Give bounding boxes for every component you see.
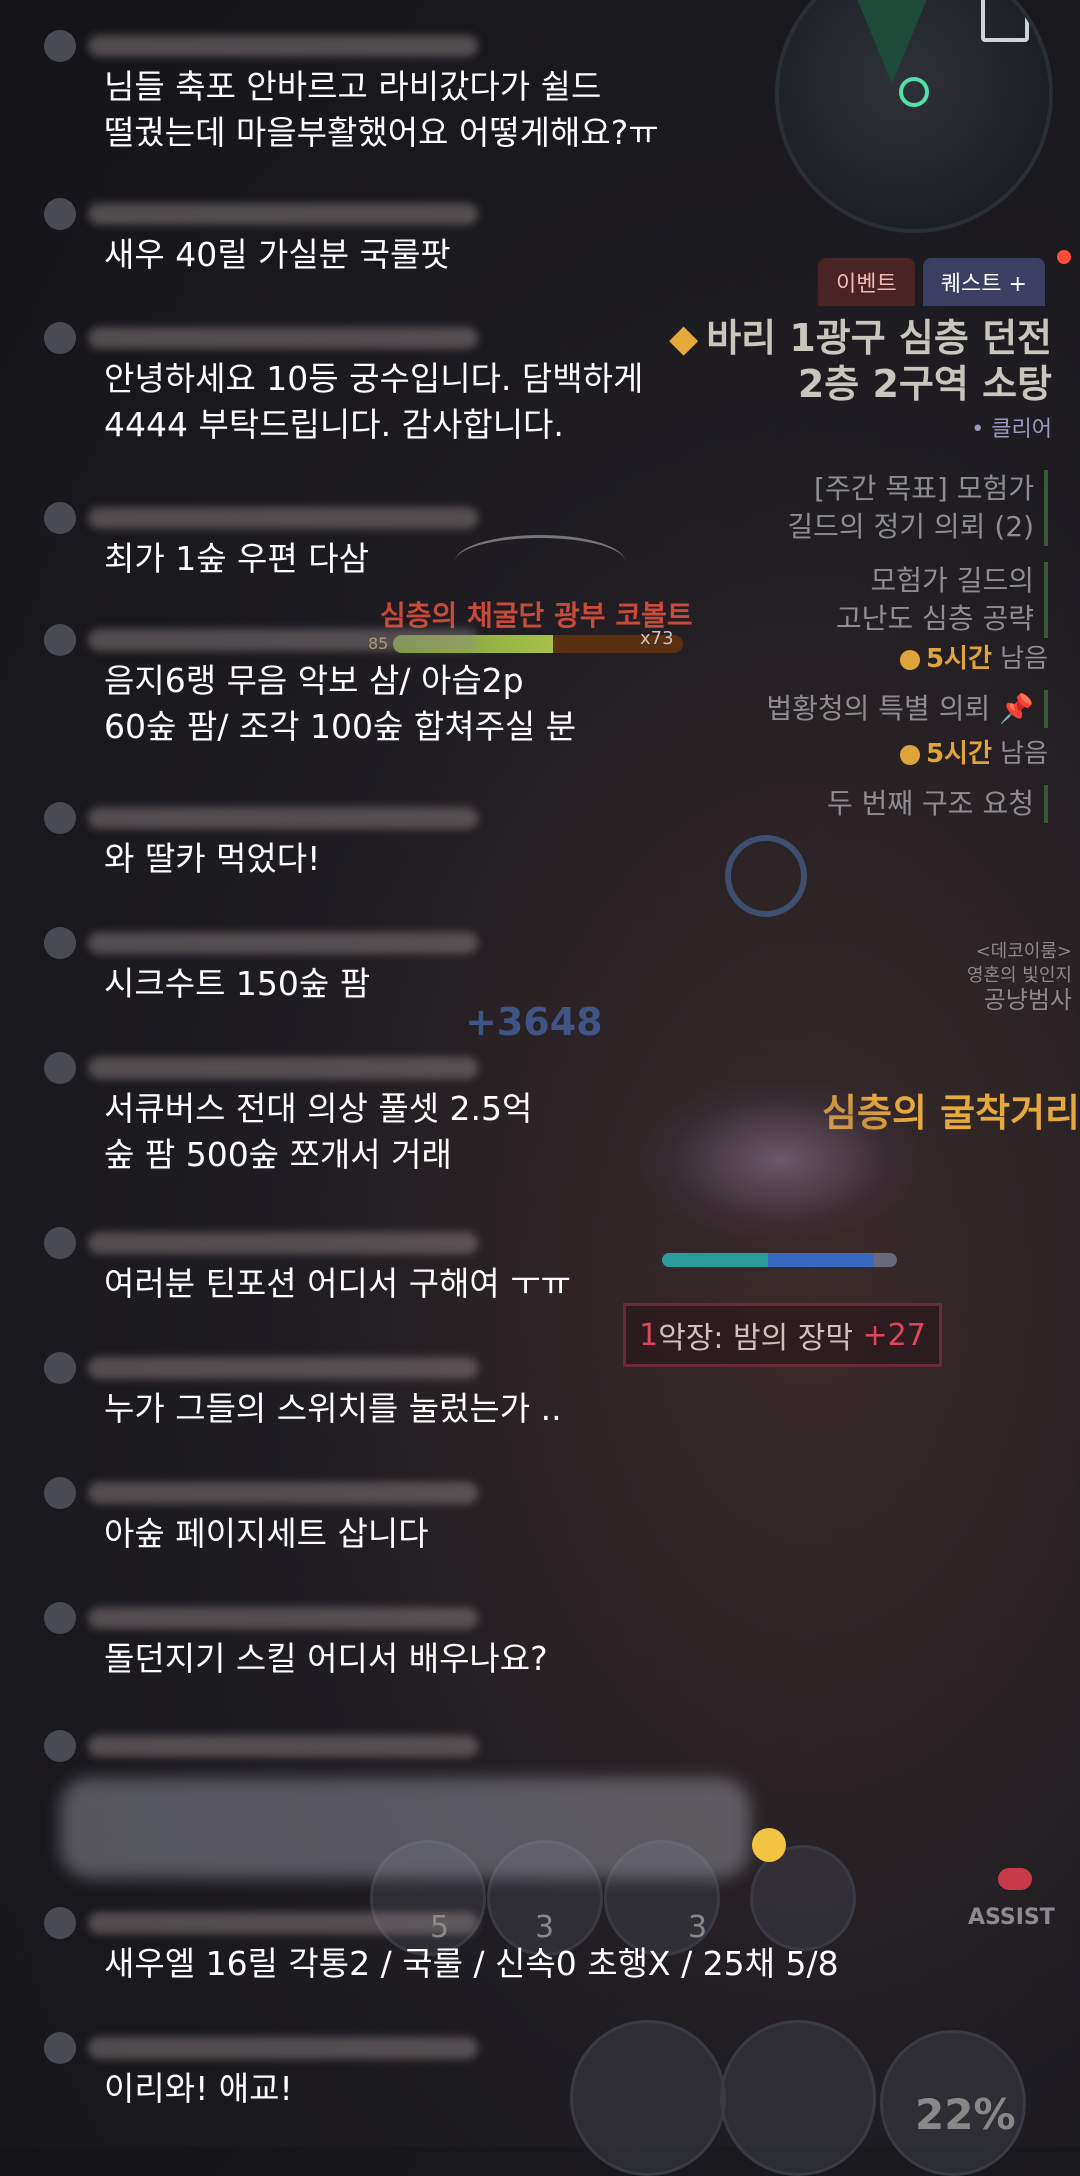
name-redacted xyxy=(88,1057,478,1079)
chat-text: 음지6랭 무음 악보 삼/ 아습2p 60숲 팜/ 조각 100숲 합쳐주실 분 xyxy=(104,661,577,746)
chat-text: 서큐버스 전대 의상 풀셋 2.5억 숲 팜 500숲 쪼개서 거래 xyxy=(104,1089,533,1174)
name-redacted xyxy=(88,35,478,57)
name-redacted xyxy=(88,1912,478,1934)
chat-text: 시크수트 150숲 팜 xyxy=(104,964,371,1003)
avatar xyxy=(44,1052,76,1084)
avatar xyxy=(44,322,76,354)
chat-text: 최가 1숲 우편 다삼 xyxy=(104,539,369,578)
chat-text: 이리와! 애교! xyxy=(104,2069,293,2108)
name-redacted xyxy=(88,1482,478,1504)
chat-message[interactable]: 음지6랭 무음 악보 삼/ 아습2p 60숲 팜/ 조각 100숲 합쳐주실 분 xyxy=(44,622,1080,750)
act-bonus: +27 xyxy=(862,1317,926,1353)
chat-text: 돌던지기 스킬 어디서 배우나요? xyxy=(104,1639,548,1678)
name-redacted xyxy=(88,629,478,651)
avatar xyxy=(44,1477,76,1509)
name-redacted xyxy=(88,507,478,529)
chat-message[interactable]: 님들 축포 안바르고 라비갔다가 쉴드 떨궜는데 마을부활했어요 어떻게해요?ㅠ xyxy=(44,28,1080,156)
avatar xyxy=(44,802,76,834)
chat-message[interactable]: 최가 1숲 우편 다삼 xyxy=(44,500,1080,582)
avatar xyxy=(44,502,76,534)
chat-message[interactable]: 새우엘 16릴 각통2 / 국룰 / 신속0 초행X / 25채 5/8 xyxy=(44,1905,1080,1987)
chat-message[interactable]: 여러분 틴포션 어디서 구해여 ㅜㅠ xyxy=(44,1225,1080,1307)
emoji-icon xyxy=(752,1828,786,1862)
avatar xyxy=(44,2032,76,2064)
name-redacted xyxy=(88,1357,478,1379)
name-redacted xyxy=(88,1232,478,1254)
chat-message[interactable]: 서큐버스 전대 의상 풀셋 2.5억 숲 팜 500숲 쪼개서 거래 xyxy=(44,1050,1080,1178)
chat-message[interactable]: 이리와! 애교! xyxy=(44,2030,1080,2112)
chat-message[interactable]: 새우 40릴 가실분 국룰팟 xyxy=(44,196,1080,278)
chat-text: 새우엘 16릴 각통2 / 국룰 / 신속0 초행X / 25채 5/8 xyxy=(104,1944,839,1983)
chat-text: 누가 그들의 스위치를 눌렀는가 .. xyxy=(104,1389,562,1428)
name-redacted xyxy=(88,327,478,349)
avatar xyxy=(44,1730,76,1762)
chat-message[interactable]: 누가 그들의 스위치를 눌렀는가 .. xyxy=(44,1350,1080,1432)
name-redacted xyxy=(88,203,478,225)
avatar xyxy=(44,30,76,62)
name-redacted xyxy=(88,2037,478,2059)
chat-text: 님들 축포 안바르고 라비갔다가 쉴드 떨궜는데 마을부활했어요 어떻게해요?ㅠ xyxy=(104,67,659,152)
avatar xyxy=(44,1907,76,1939)
chat-text: 와 딸카 먹었다! xyxy=(104,839,321,878)
chat-message[interactable]: 시크수트 150숲 팜 xyxy=(44,925,1080,1007)
avatar xyxy=(44,1602,76,1634)
chat-message[interactable]: 와 딸카 먹었다! xyxy=(44,800,1080,882)
chat-message-redacted[interactable] xyxy=(44,1728,1080,1764)
name-redacted xyxy=(88,807,478,829)
act-number: 1 xyxy=(639,1317,659,1353)
avatar xyxy=(44,927,76,959)
name-redacted xyxy=(88,932,478,954)
chat-message[interactable]: 안녕하세요 10등 궁수입니다. 담백하게 4444 부탁드립니다. 감사합니다… xyxy=(44,320,1080,448)
avatar xyxy=(44,1227,76,1259)
chat-message[interactable]: 돌던지기 스킬 어디서 배우나요? xyxy=(44,1600,1080,1682)
avatar xyxy=(44,1352,76,1384)
chat-text: 새우 40릴 가실분 국룰팟 xyxy=(104,235,451,274)
chat-text: 여러분 틴포션 어디서 구해여 ㅜㅠ xyxy=(104,1264,571,1303)
avatar xyxy=(44,198,76,230)
chat-message[interactable]: 아숲 페이지세트 삽니다 xyxy=(44,1475,1080,1557)
avatar xyxy=(44,624,76,656)
chat-text: 안녕하세요 10등 궁수입니다. 담백하게 4444 부탁드립니다. 감사합니다… xyxy=(104,359,644,444)
assist-toggle[interactable] xyxy=(998,1868,1032,1890)
name-redacted xyxy=(88,1735,478,1757)
redacted-message xyxy=(60,1778,750,1878)
name-redacted xyxy=(88,1607,478,1629)
chat-text: 아숲 페이지세트 삽니다 xyxy=(104,1514,429,1553)
